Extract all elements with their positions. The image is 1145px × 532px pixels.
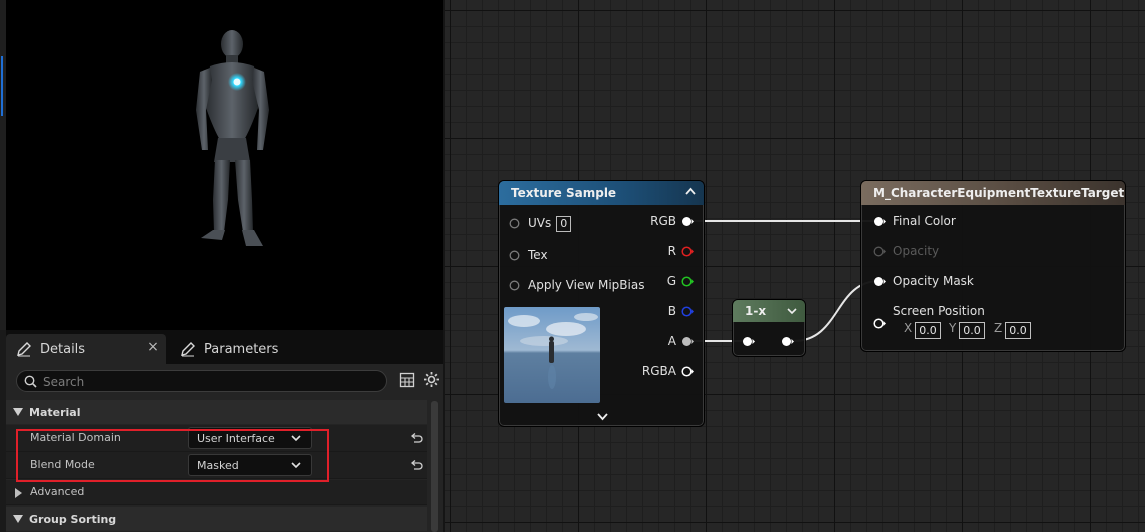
r-label: R	[667, 244, 676, 258]
screen-position-label: Screen Position	[893, 304, 985, 318]
details-panel: Material Material Domain User Interface …	[6, 364, 443, 532]
material-result-node[interactable]: M_CharacterEquipmentTextureTarget Final …	[860, 180, 1126, 352]
uvs-input-pin-row: UVs 0	[499, 214, 619, 234]
b-label: B	[667, 304, 676, 318]
texture-sample-node[interactable]: Texture Sample UVs 0 Tex Apply View MipBi…	[498, 180, 705, 427]
output-pin-icon[interactable]	[681, 336, 694, 347]
pencil-icon	[181, 342, 195, 357]
output-pin-icon[interactable]	[681, 366, 694, 377]
chevron-down-icon[interactable]	[787, 308, 797, 315]
rgb-label: RGB	[650, 214, 676, 228]
table-view-icon[interactable]	[399, 372, 415, 388]
pencil-icon	[17, 342, 31, 357]
category-material-label: Material	[29, 405, 81, 419]
close-icon[interactable]: ×	[146, 340, 160, 354]
search-icon	[24, 375, 37, 388]
input-pin-icon[interactable]	[509, 218, 522, 229]
gear-icon[interactable]	[423, 371, 440, 388]
texture-sample-title: Texture Sample	[499, 181, 704, 205]
rgb-output-pin-row: RGB	[624, 212, 704, 232]
screen-pos-z-label: Z	[994, 321, 1003, 335]
final-color-label: Final Color	[893, 214, 956, 228]
opacity-mask-label: Opacity Mask	[893, 274, 974, 288]
category-material[interactable]: Material	[6, 400, 427, 424]
input-pin-icon[interactable]	[509, 280, 522, 291]
search-box[interactable]	[16, 370, 387, 392]
screen-pos-y-label: Y	[949, 321, 957, 335]
screen-pos-y-field[interactable]: 0.0	[959, 322, 985, 339]
r-output-pin-row: R	[624, 242, 704, 262]
advanced-section-row[interactable]: Advanced	[6, 480, 427, 505]
opacity-pin-row: Opacity	[861, 242, 1061, 262]
one-minus-node[interactable]: 1-x	[732, 299, 806, 357]
character-preview-figure	[196, 30, 269, 246]
left-edge-accent	[1, 56, 3, 116]
rgba-label: RGBA	[641, 364, 676, 378]
input-pin-icon[interactable]	[742, 336, 755, 347]
tex-label: Tex	[528, 248, 548, 262]
screen-position-pin-row: Screen Position	[861, 302, 1061, 322]
advanced-label: Advanced	[30, 485, 85, 498]
annotation-highlight-box	[16, 429, 329, 482]
output-pin-icon[interactable]	[681, 276, 694, 287]
g-output-pin-row: G	[624, 272, 704, 292]
rgba-output-pin-row: RGBA	[624, 362, 704, 382]
texture-preview-thumbnail	[504, 307, 600, 403]
chevron-down-icon[interactable]	[597, 413, 608, 421]
output-pin-icon[interactable]	[681, 246, 694, 257]
category-group-sorting-label: Group Sorting	[29, 512, 117, 526]
tab-parameters-label: Parameters	[204, 341, 279, 357]
tex-input-pin-row: Tex	[499, 246, 619, 266]
g-label: G	[666, 274, 676, 288]
details-scrollbar[interactable]	[431, 401, 438, 532]
input-pin-icon[interactable]	[873, 276, 886, 287]
collapse-arrow-icon	[13, 408, 23, 416]
output-pin-icon[interactable]	[781, 336, 794, 347]
collapse-arrow-icon	[13, 515, 23, 523]
left-panel: Details × Parameters Material Material D…	[0, 0, 443, 532]
input-pin-icon[interactable]	[873, 216, 886, 227]
chevron-up-icon[interactable]	[685, 187, 696, 195]
screen-pos-x-label: X	[904, 321, 913, 335]
opacity-label: Opacity	[893, 244, 940, 258]
input-pin-icon[interactable]	[873, 246, 886, 257]
uvs-label: UVs	[528, 216, 552, 230]
reset-arrow-icon[interactable]	[410, 433, 423, 444]
b-output-pin-row: B	[624, 302, 704, 322]
search-input[interactable]	[43, 373, 373, 390]
screen-pos-x-field[interactable]: 0.0	[915, 322, 941, 339]
tab-parameters[interactable]: Parameters	[170, 334, 370, 364]
output-pin-icon[interactable]	[681, 306, 694, 317]
tab-details[interactable]: Details ×	[6, 334, 166, 364]
tab-details-label: Details	[40, 341, 86, 357]
reset-arrow-icon[interactable]	[410, 460, 423, 471]
input-pin-icon[interactable]	[873, 318, 886, 329]
preview-viewport[interactable]	[6, 0, 443, 330]
screen-pos-z-field[interactable]: 0.0	[1005, 322, 1031, 339]
material-result-title: M_CharacterEquipmentTextureTarget	[861, 181, 1125, 205]
expand-arrow-icon	[15, 488, 22, 498]
a-label: A	[667, 334, 676, 348]
panel-tab-bar: Details × Parameters	[6, 330, 443, 364]
final-color-pin-row: Final Color	[861, 212, 1061, 232]
opacity-mask-pin-row: Opacity Mask	[861, 272, 1061, 292]
category-group-sorting[interactable]: Group Sorting	[6, 507, 427, 531]
output-pin-icon[interactable]	[681, 216, 694, 227]
a-output-pin-row: A	[624, 332, 704, 352]
input-pin-icon[interactable]	[509, 250, 522, 261]
uvs-value-field[interactable]: 0	[556, 216, 572, 232]
